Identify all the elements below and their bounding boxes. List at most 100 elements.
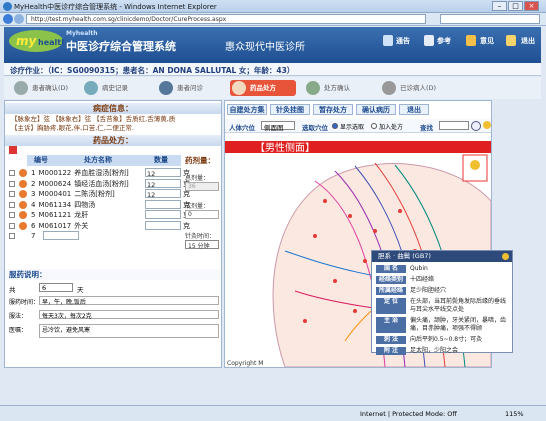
clinic-name: 惠众现代中医诊所	[225, 42, 305, 53]
qty-input[interactable]	[145, 220, 181, 230]
popup-row: 定 位在头部，当耳前鬓角发际后缘的垂线与耳尖水平线交点处	[376, 298, 510, 314]
notice-icon[interactable]	[383, 35, 393, 46]
row-index: 4	[31, 200, 36, 209]
rx-row[interactable]: 3 M000401 二陈汤[粉剂] 12 克	[9, 189, 193, 199]
total-label: 总剂量：	[185, 175, 210, 182]
step-prescription[interactable]: 药品处方	[230, 80, 296, 96]
popup-row: 主 治偏头痛，颔肿，牙关紧闭，暴喑，齿痛，目赤肿痛，项强不得顾	[376, 317, 510, 333]
cheng-field[interactable]: 0	[185, 210, 219, 219]
step-done[interactable]: 已诊病人(D)	[380, 80, 444, 96]
row-checkbox[interactable]	[9, 180, 15, 187]
radio-add-label: 加入处方	[379, 124, 404, 131]
remove-icon[interactable]	[19, 169, 27, 177]
svg-text:my: my	[16, 34, 38, 48]
exit-icon[interactable]	[506, 35, 516, 46]
unit-label: 克	[183, 221, 190, 230]
acupoint-search-input[interactable]	[439, 121, 469, 130]
left-panel: 病症信息： 【脉象左】弦 【脉象右】弦 【舌苔象】舌质红,舌薄黄,质 【主诉】胸…	[4, 100, 222, 368]
qty-input[interactable]	[145, 199, 181, 209]
taking-time-field[interactable]: 早，午，晚,饭后	[39, 296, 219, 306]
row-code: M061017	[38, 221, 72, 230]
col-qty: 数量	[141, 155, 181, 166]
total-field[interactable]: 36	[185, 182, 219, 191]
qty-input[interactable]: 12	[145, 168, 181, 178]
step-consult[interactable]: 患者问诊	[157, 80, 221, 96]
body-part-select[interactable]: 侧面图	[261, 121, 295, 132]
row-checkbox[interactable]	[9, 233, 15, 239]
row-checkbox[interactable]	[9, 170, 15, 176]
acupoint-info-popup: 胆系 · 曲鬓 (GB7) 国 名 Qubin 经络类别 十四经络 所属经络 足少阳胆经穴…	[371, 250, 513, 355]
delete-icon[interactable]	[9, 146, 17, 154]
dose-title: 药剂量：	[185, 156, 215, 165]
popup-value: 偏头痛，颔肿，牙关紧闭，暴喑，齿痛，目赤肿痛，项强不得顾	[410, 317, 507, 332]
reference-button[interactable]: 参考	[437, 36, 451, 46]
rx-row[interactable]: 4 M061134 四物汤克	[9, 199, 193, 210]
tab-exit[interactable]: 退出	[399, 104, 429, 115]
radio-add[interactable]	[371, 123, 377, 129]
popup-key: 附 注	[376, 347, 406, 355]
chart-title: 【男性侧面】	[255, 141, 315, 154]
popup-key: 所属经络	[376, 287, 406, 295]
tab-custom-rx[interactable]: 自建处方集	[227, 104, 267, 115]
rx-row[interactable]: 6 M061017 外关 克	[9, 220, 193, 231]
forward-icon[interactable]	[14, 14, 24, 24]
step-confirm[interactable]: 处方确认	[304, 80, 366, 96]
reference-icon[interactable]	[424, 35, 434, 46]
feedback-button[interactable]: 意见	[480, 36, 494, 46]
row-checkbox[interactable]	[9, 191, 15, 197]
qty-input[interactable]: 12	[145, 178, 181, 189]
app-name: 中医诊疗综合管理系统	[66, 40, 176, 53]
search-icon[interactable]	[471, 121, 481, 131]
row-checkbox[interactable]	[9, 201, 15, 208]
popup-key: 经络类别	[376, 276, 406, 284]
radio-show[interactable]	[332, 123, 338, 129]
row-code: M061121	[38, 211, 72, 219]
remove-icon[interactable]	[19, 221, 27, 230]
maximize-button[interactable]: □	[508, 1, 523, 11]
popup-value: 在头部，当耳前鬓角发际后缘的垂线与耳尖水平线交点处	[410, 298, 507, 313]
note-field[interactable]: 忌冷饮，避免风寒	[39, 324, 219, 338]
days-label: 共	[9, 286, 16, 294]
remove-icon[interactable]	[19, 190, 27, 198]
rx-row[interactable]: 2M000624镇经活血汤[粉剂]12克	[9, 178, 193, 189]
tab-saved-rx[interactable]: 暂存处方	[313, 104, 353, 115]
days-unit: 天	[77, 286, 84, 294]
remove-icon[interactable]	[19, 200, 27, 209]
rx-row[interactable]: 1 M000122 养血胜湿汤[粉剂] 12 克	[9, 168, 193, 178]
days-select[interactable]: 6	[39, 283, 73, 292]
remove-icon[interactable]	[19, 211, 27, 219]
step-history[interactable]: 病史记录	[82, 80, 144, 96]
search-input[interactable]	[440, 14, 540, 24]
status-bar: Internet | Protected Mode: Off 115%	[0, 405, 546, 421]
remove-icon[interactable]	[19, 179, 27, 188]
step-patient-confirm[interactable]: 患者确认(D)	[12, 80, 74, 96]
users-icon	[382, 81, 396, 95]
tab-confirm-record[interactable]: 确认病历	[356, 104, 396, 115]
popup-close-icon[interactable]	[502, 253, 509, 260]
col-num: 编号	[27, 155, 55, 166]
row-checkbox[interactable]	[9, 212, 15, 218]
radio-show-label: 显示选取	[340, 124, 365, 131]
help-icon[interactable]	[483, 121, 491, 129]
time-select[interactable]: 15 分钟	[185, 240, 219, 250]
row-code: M000122	[38, 169, 72, 177]
rx-row[interactable]: 5M061121龙肝克	[9, 210, 193, 220]
row-index: 1	[31, 169, 36, 177]
qty-input[interactable]	[145, 210, 181, 219]
close-button[interactable]: ×	[524, 1, 539, 11]
back-icon[interactable]	[3, 14, 13, 24]
method-field[interactable]: 每天3次，每次2克	[39, 310, 219, 320]
feedback-icon[interactable]	[466, 35, 476, 46]
notice-button[interactable]: 通告	[396, 36, 410, 46]
minimize-button[interactable]: –	[492, 1, 507, 11]
url-input[interactable]: http://test.myhealth.com.sg/clinicdemo/D…	[26, 14, 426, 24]
rx-row[interactable]: 7	[9, 231, 193, 241]
tab-acupuncture-chart[interactable]: 针灸挂图	[270, 104, 310, 115]
exit-button[interactable]: 退出	[521, 36, 535, 46]
zoom-level[interactable]: 115%	[505, 410, 524, 418]
new-code-input[interactable]	[43, 231, 79, 240]
popup-key: 主 治	[376, 317, 406, 333]
qty-input[interactable]: 12	[145, 189, 181, 199]
row-checkbox[interactable]	[9, 222, 15, 229]
patient-info: 诊疗作业：（IC：SG0090315；患者名：AN DONA SALLUTAL …	[10, 66, 295, 75]
